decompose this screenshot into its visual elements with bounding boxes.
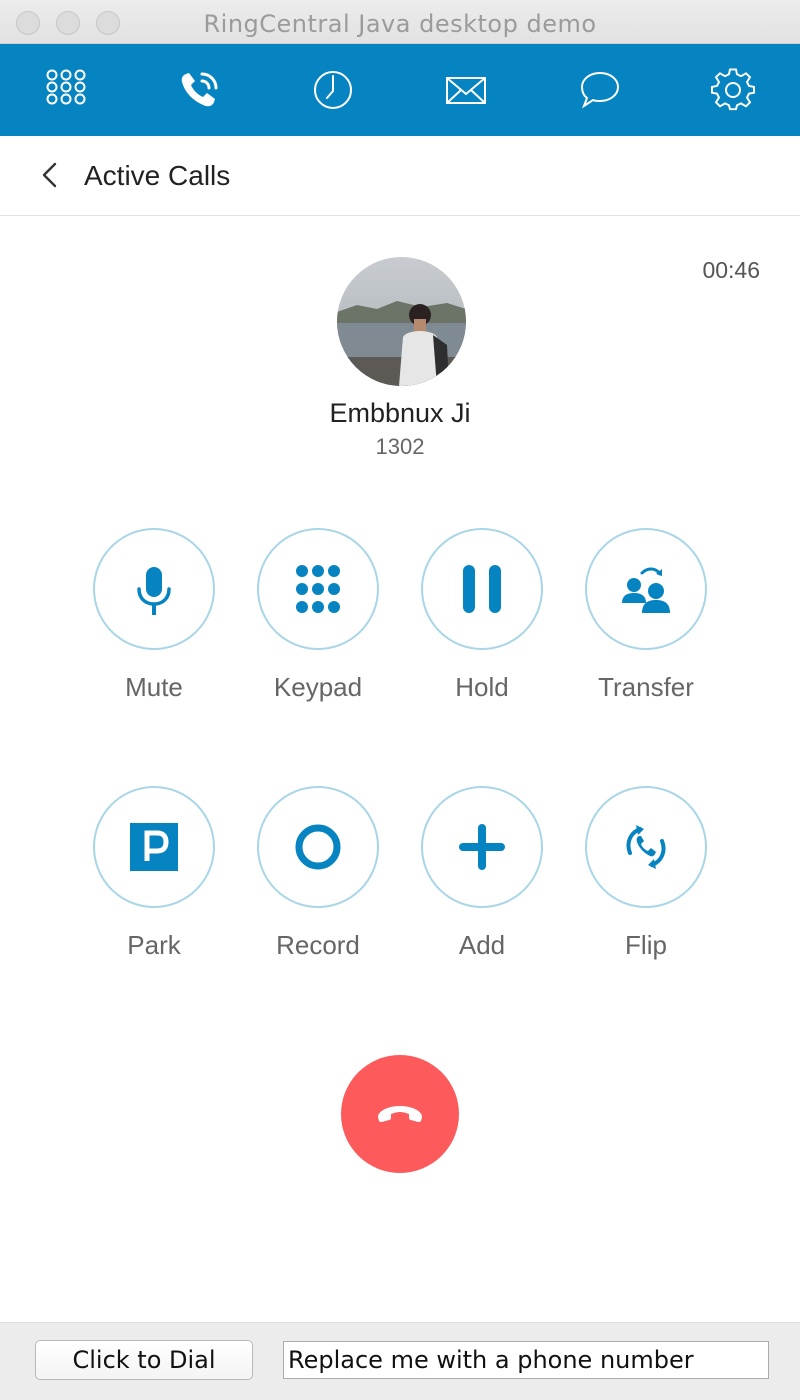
page-title: Active Calls <box>84 160 231 191</box>
record-label: Record <box>276 930 360 960</box>
park-circle[interactable] <box>93 786 215 908</box>
call-timer: 00:46 <box>702 257 760 283</box>
record-button[interactable]: Record <box>248 786 388 961</box>
park-label: Park <box>127 930 181 960</box>
window-titlebar: RingCentral Java desktop demo <box>0 0 800 44</box>
page-header: Active Calls <box>0 136 800 216</box>
caller-avatar <box>337 257 466 386</box>
keypad-button[interactable]: Keypad <box>248 528 388 703</box>
chat-bubble-icon <box>580 71 620 109</box>
hold-label: Hold <box>455 672 509 702</box>
history-clock-icon <box>314 71 352 109</box>
plus-icon <box>459 824 505 870</box>
nav-history[interactable] <box>311 68 355 112</box>
caller-extension: 1302 <box>375 434 425 459</box>
flip-icon <box>626 825 666 869</box>
pause-icon <box>463 565 501 613</box>
hold-button[interactable]: Hold <box>412 528 552 703</box>
keypad-label: Keypad <box>273 672 363 702</box>
nav-chat[interactable] <box>578 68 622 112</box>
keypad-circle[interactable] <box>257 528 379 650</box>
nav-dialpad[interactable] <box>44 68 88 112</box>
chevron-left-icon <box>42 162 57 188</box>
end-call-button[interactable] <box>341 1055 459 1173</box>
bottom-dial-bar: Click to Dial <box>0 1322 800 1400</box>
microphone-icon <box>137 567 171 615</box>
mute-circle[interactable] <box>93 528 215 650</box>
transfer-circle[interactable] <box>585 528 707 650</box>
back-button[interactable] <box>36 158 66 194</box>
flip-circle[interactable] <box>585 786 707 908</box>
caller-name: Embbnux Ji <box>329 398 471 428</box>
flip-button[interactable]: Flip <box>576 786 716 961</box>
nav-settings[interactable] <box>711 68 755 112</box>
dialpad-icon <box>46 69 86 105</box>
hangup-icon <box>378 1106 422 1122</box>
mute-label: Mute <box>125 672 183 702</box>
messages-envelope-icon <box>446 77 486 104</box>
add-circle[interactable] <box>421 786 543 908</box>
transfer-icon <box>622 567 670 613</box>
window-title: RingCentral Java desktop demo <box>203 10 597 38</box>
record-icon <box>295 824 341 870</box>
nav-messages[interactable] <box>444 68 488 112</box>
top-nav-bar <box>0 44 800 136</box>
flip-label: Flip <box>625 930 667 960</box>
transfer-label: Transfer <box>598 672 694 702</box>
mute-button[interactable]: Mute <box>84 528 224 703</box>
hold-circle[interactable] <box>421 528 543 650</box>
add-call-button[interactable]: Add <box>412 786 552 961</box>
nav-active-call[interactable] <box>178 68 222 112</box>
record-circle[interactable] <box>257 786 379 908</box>
phone-number-input[interactable] <box>283 1341 769 1379</box>
add-label: Add <box>458 930 506 960</box>
transfer-button[interactable]: Transfer <box>576 528 716 703</box>
park-button[interactable]: Park <box>84 786 224 961</box>
keypad-icon <box>296 565 340 613</box>
active-call-icon <box>181 72 218 107</box>
click-to-dial-button[interactable]: Click to Dial <box>35 1340 253 1380</box>
settings-gear-icon <box>711 68 755 111</box>
park-icon <box>130 823 178 871</box>
